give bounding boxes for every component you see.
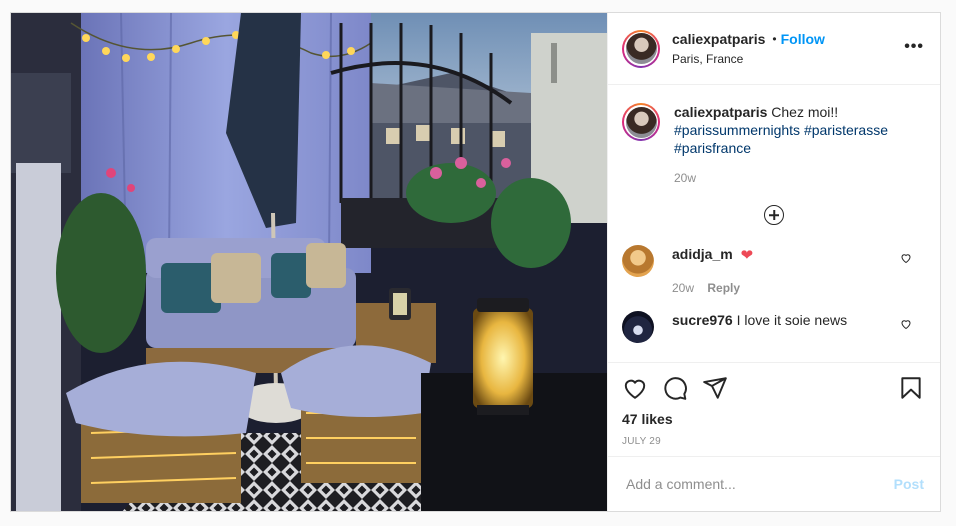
comment-username[interactable]: adidja_m [672, 246, 733, 262]
post-date[interactable]: JULY 29 [622, 436, 926, 447]
likes-count[interactable]: 47 likes [622, 411, 926, 427]
reply-button[interactable]: Reply [707, 281, 740, 295]
comment-input[interactable] [624, 475, 894, 493]
share-icon[interactable] [702, 375, 728, 401]
post-side-panel: caliexpatparis • Follow Paris, France ••… [607, 13, 940, 511]
comment-like-icon[interactable] [900, 318, 912, 330]
commenter-avatar[interactable] [622, 245, 654, 277]
post-caption: caliexpatparis Chez moi!! #parissummerni… [608, 85, 940, 187]
post-card: caliexpatparis • Follow Paris, France ••… [10, 12, 941, 512]
post-photo[interactable] [11, 13, 607, 511]
comments-section[interactable]: caliexpatparis Chez moi!! #parissummerni… [608, 85, 940, 362]
commenter-avatar[interactable] [622, 311, 654, 343]
post-location[interactable]: Paris, France [672, 52, 825, 66]
author-username[interactable]: caliexpatparis [672, 31, 765, 48]
comment-item: sucre976 I love it soie news [608, 311, 940, 343]
comment-icon[interactable] [662, 375, 688, 401]
comment-item: adidja_m ❤ 20w Reply [608, 245, 940, 297]
post-actions: 47 likes JULY 29 [608, 362, 940, 456]
caption-username[interactable]: caliexpatparis [674, 104, 767, 120]
load-more-comments[interactable] [608, 205, 940, 225]
hashtag-link[interactable]: #parisfrance [674, 140, 751, 156]
balcony-photo [11, 13, 607, 511]
load-more-comments-icon[interactable] [764, 205, 784, 225]
caption-timestamp[interactable]: 20w [674, 169, 889, 187]
post-header: caliexpatparis • Follow Paris, France ••… [608, 13, 940, 85]
comment-username[interactable]: sucre976 [672, 312, 733, 328]
separator-dot: • [772, 32, 777, 47]
author-avatar[interactable] [622, 29, 660, 68]
save-icon[interactable] [898, 375, 924, 401]
comment-like-icon[interactable] [900, 252, 912, 264]
comment-timestamp[interactable]: 20w [672, 281, 694, 295]
hashtag-link[interactable]: #parissummernights [674, 122, 800, 138]
add-comment-bar: Post [608, 456, 940, 511]
follow-button[interactable]: Follow [781, 31, 825, 48]
caption-text: Chez moi!! [771, 104, 839, 120]
like-icon[interactable] [622, 375, 648, 401]
hashtag-link[interactable]: #paristerasse [804, 122, 888, 138]
post-comment-button[interactable]: Post [894, 476, 924, 492]
heart-emoji: ❤ [740, 247, 754, 264]
comment-text: I love it soie news [736, 312, 848, 328]
caption-avatar[interactable] [622, 103, 660, 141]
